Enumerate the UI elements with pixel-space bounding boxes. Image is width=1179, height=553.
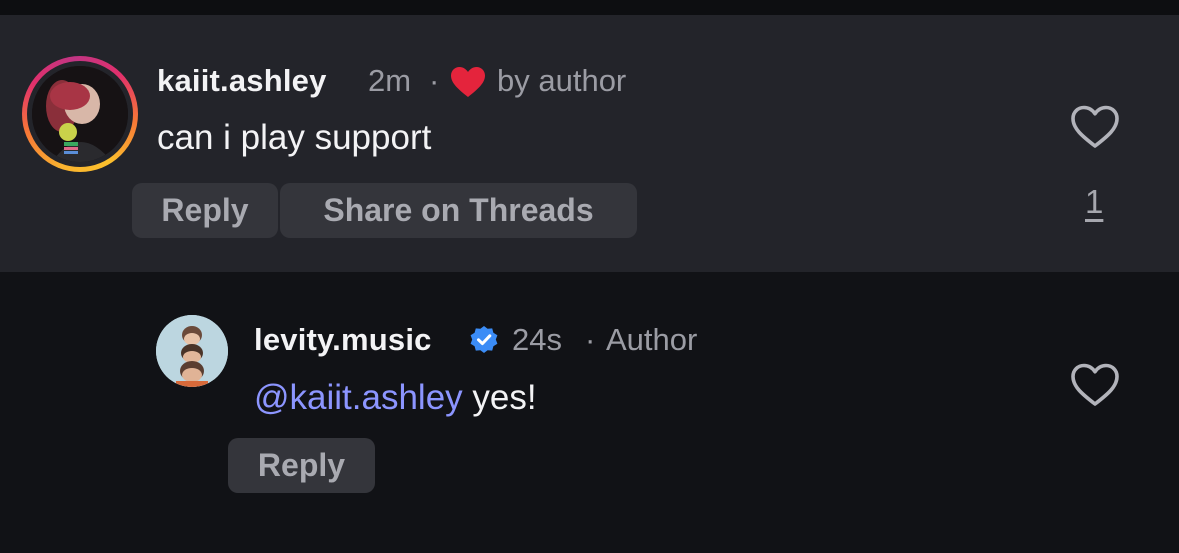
mention-link[interactable]: @kaiit.ashley <box>254 378 463 417</box>
commenter-avatar-image <box>32 66 128 162</box>
commenter-username[interactable]: kaiit.ashley <box>157 63 327 99</box>
reply-button[interactable]: Reply <box>132 183 278 238</box>
comment-like-count[interactable]: 1 <box>1085 183 1103 221</box>
reply-time: 24s <box>512 322 562 357</box>
reply-text-content: yes! <box>462 378 537 417</box>
meta-separator: · <box>429 63 440 98</box>
top-divider <box>0 0 1179 15</box>
verified-badge-icon <box>470 326 498 353</box>
reply-item <box>0 272 1179 553</box>
commenter-photo <box>32 66 128 162</box>
liked-by-author-label: by author <box>497 63 627 98</box>
meta-separator: · <box>585 322 596 357</box>
heart-outline-icon[interactable] <box>1070 362 1120 408</box>
comment-time: 2m <box>368 63 412 98</box>
commenter-avatar[interactable] <box>22 56 138 172</box>
author-role-label: Author <box>606 322 698 357</box>
heart-outline-icon[interactable] <box>1070 104 1120 150</box>
comment-text: can i play support <box>157 118 432 157</box>
author-photo <box>156 315 228 387</box>
share-on-threads-button[interactable]: Share on Threads <box>280 183 637 238</box>
heart-filled-icon <box>451 67 485 97</box>
reply-text: @kaiit.ashley yes! <box>254 378 537 418</box>
author-username[interactable]: levity.music <box>254 322 432 358</box>
author-avatar[interactable] <box>156 315 228 387</box>
reply-button[interactable]: Reply <box>228 438 375 493</box>
comments-thread: kaiit.ashley 2m · by author can i play s… <box>0 0 1179 553</box>
